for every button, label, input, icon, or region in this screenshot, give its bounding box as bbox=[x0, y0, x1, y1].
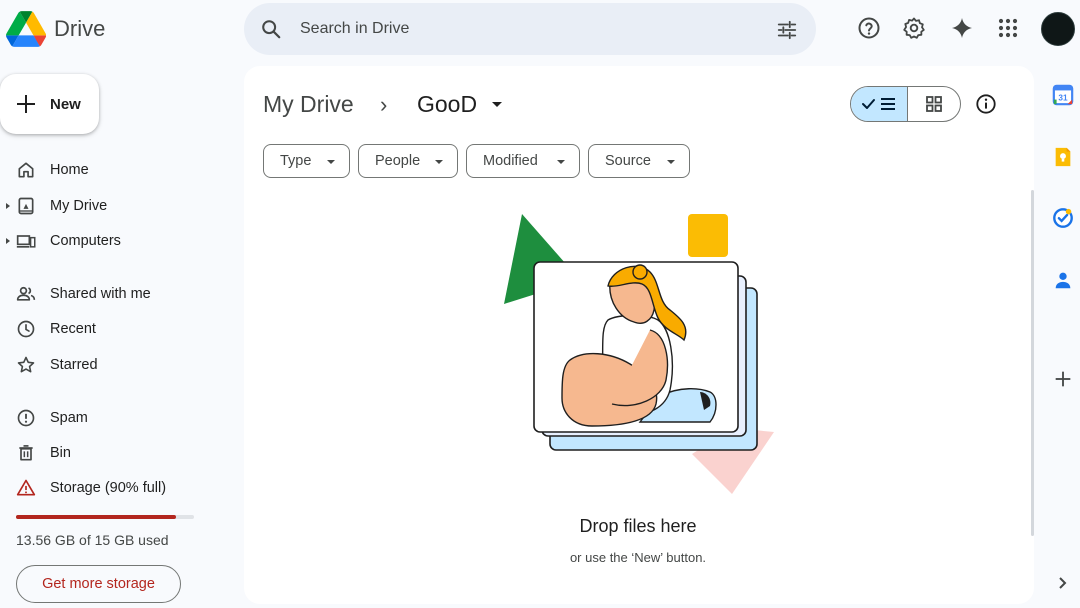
warning-icon bbox=[16, 479, 36, 496]
sidebar-item-spam[interactable]: Spam bbox=[0, 402, 238, 434]
filter-chip-label: Type bbox=[280, 153, 312, 169]
star-icon bbox=[17, 356, 35, 373]
info-icon[interactable] bbox=[975, 93, 997, 115]
shared-icon bbox=[16, 286, 36, 301]
apps-icon[interactable] bbox=[996, 16, 1020, 40]
sidebar-item-label: Recent bbox=[50, 321, 96, 337]
search-bar[interactable]: Search in Drive bbox=[244, 3, 816, 55]
sidebar-item-label: Shared with me bbox=[50, 286, 151, 302]
empty-state-illustration bbox=[504, 214, 774, 494]
list-view-icon bbox=[862, 98, 895, 110]
sidebar-item-label: My Drive bbox=[50, 198, 108, 214]
avatar[interactable] bbox=[1041, 12, 1075, 46]
sidebar-item-recent[interactable]: Recent bbox=[0, 313, 238, 345]
home-icon bbox=[18, 162, 34, 178]
new-button-label: New bbox=[50, 96, 81, 113]
sidebar-item-shared[interactable]: Shared with me bbox=[0, 278, 238, 310]
search-icon[interactable] bbox=[260, 18, 282, 40]
tune-icon[interactable] bbox=[776, 19, 798, 41]
expand-caret-icon[interactable] bbox=[6, 238, 10, 244]
sidebar-item-home[interactable]: Home bbox=[0, 154, 238, 186]
empty-state-subtitle: or use the ‘New’ button. bbox=[569, 550, 707, 565]
grid-view-button[interactable] bbox=[908, 87, 960, 121]
empty-state-title: Drop files here bbox=[579, 516, 697, 536]
chevron-down-icon bbox=[327, 160, 335, 164]
sidebar-item-computers[interactable]: Computers bbox=[0, 225, 238, 257]
filter-chip-source[interactable]: Source bbox=[588, 144, 690, 178]
plus-icon bbox=[17, 95, 35, 113]
filter-chip-people[interactable]: People bbox=[358, 144, 458, 178]
bin-icon bbox=[19, 445, 33, 461]
filter-chip-modified[interactable]: Modified bbox=[466, 144, 580, 178]
sidebar-item-label: Computers bbox=[50, 233, 121, 249]
breadcrumb-current[interactable]: GooD bbox=[417, 91, 477, 118]
computers-icon bbox=[16, 235, 36, 248]
chevron-down-icon bbox=[435, 160, 443, 164]
expand-icon[interactable] bbox=[1055, 575, 1071, 591]
svg-text:31: 31 bbox=[1058, 94, 1068, 103]
get-more-storage-button[interactable]: Get more storage bbox=[16, 565, 181, 603]
sidebar-item-label: Storage (90% full) bbox=[50, 480, 167, 496]
tasks-icon[interactable] bbox=[1052, 207, 1074, 229]
calendar-icon[interactable]: 31 bbox=[1052, 84, 1074, 106]
breadcrumb-separator: › bbox=[380, 92, 388, 117]
search-input[interactable]: Search in Drive bbox=[300, 20, 409, 38]
sidebar-item-label: Spam bbox=[50, 410, 88, 426]
gemini-icon[interactable] bbox=[950, 16, 974, 40]
help-icon[interactable] bbox=[857, 16, 881, 40]
folder-menu-dropdown-icon[interactable] bbox=[492, 102, 502, 107]
breadcrumb-root[interactable]: My Drive bbox=[263, 91, 354, 118]
filter-chip-label: Modified bbox=[483, 153, 538, 169]
sidebar-item-label: Bin bbox=[50, 445, 71, 461]
new-button[interactable]: New bbox=[0, 74, 99, 134]
sidebar-item-bin[interactable]: Bin bbox=[0, 437, 238, 469]
list-view-button[interactable] bbox=[851, 87, 908, 121]
sidebar-item-label: Home bbox=[50, 162, 89, 178]
clock-icon bbox=[17, 320, 35, 338]
filter-chip-label: People bbox=[375, 153, 421, 169]
view-toggle[interactable] bbox=[850, 86, 961, 122]
contacts-icon[interactable] bbox=[1052, 269, 1074, 291]
grid-view-icon bbox=[926, 96, 942, 112]
chevron-down-icon bbox=[667, 160, 675, 164]
brand-name: Drive bbox=[54, 16, 106, 41]
add-icon[interactable] bbox=[1052, 368, 1074, 390]
expand-caret-icon[interactable] bbox=[6, 203, 10, 209]
sidebar-item-my-drive[interactable]: My Drive bbox=[0, 190, 238, 222]
settings-icon[interactable] bbox=[902, 16, 926, 40]
my-drive-icon bbox=[18, 197, 34, 215]
filter-chip-label: Source bbox=[605, 153, 651, 169]
sidebar-item-label: Starred bbox=[50, 357, 98, 373]
sidebar-item-starred[interactable]: Starred bbox=[0, 349, 238, 381]
keep-icon[interactable] bbox=[1052, 146, 1074, 168]
scrollbar[interactable] bbox=[1031, 190, 1034, 536]
filter-chip-type[interactable]: Type bbox=[263, 144, 350, 178]
get-more-storage-label: Get more storage bbox=[42, 576, 155, 592]
drive-logo[interactable] bbox=[6, 10, 46, 48]
chevron-down-icon bbox=[557, 160, 565, 164]
sidebar-item-storage[interactable]: Storage (90% full) bbox=[0, 472, 238, 504]
spam-icon bbox=[17, 409, 35, 427]
